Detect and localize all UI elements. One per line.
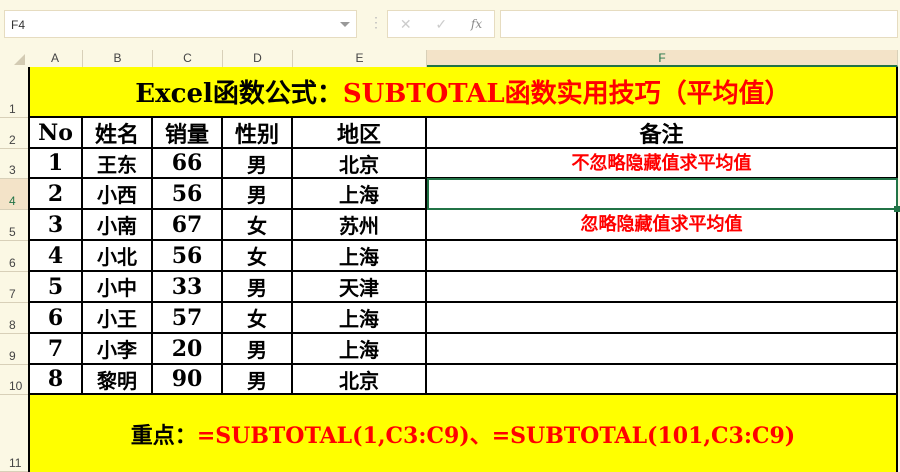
table-cell[interactable]: 男 [223,149,293,179]
header-cell[interactable]: No [28,118,83,149]
table-cell[interactable]: 56 [153,241,223,272]
table-cell[interactable]: 3 [28,210,83,241]
row-header-8[interactable]: 8 [0,303,28,334]
table-cell[interactable]: 女 [223,241,293,272]
table-cell[interactable]: 女 [223,210,293,241]
row-header-10[interactable]: 10 [0,365,28,395]
header-cell[interactable]: 性别 [223,118,293,149]
table-cell[interactable]: 上海 [293,241,427,272]
title-red: SUBTOTAL函数实用技巧（平均值） [342,79,791,109]
table-cell[interactable]: 66 [153,149,223,179]
table-cell[interactable]: 上海 [293,303,427,334]
table-cell[interactable]: 苏州 [293,210,427,241]
title-black: Excel函数公式： [135,79,343,109]
table-cell[interactable]: 北京 [293,365,427,395]
column-header-B[interactable]: B [83,50,153,67]
drag-handle-icon[interactable]: ⋮ [369,14,383,31]
footer-formula: =SUBTOTAL(1,C3:C9)、=SUBTOTAL(101,C3:C9) [196,422,796,449]
column-header-A[interactable]: A [28,50,83,67]
table-cell[interactable]: 男 [223,272,293,303]
table-cell[interactable]: 1 [28,149,83,179]
table-cell[interactable]: 67 [153,210,223,241]
column-header-D[interactable]: D [223,50,293,67]
table-cell[interactable]: 小西 [83,179,153,210]
table-cell[interactable]: 黎明 [83,365,153,395]
footer-cell[interactable]: 重点： =SUBTOTAL(1,C3:C9)、=SUBTOTAL(101,C3:C… [28,395,898,472]
note-cell[interactable] [427,365,898,395]
formula-buttons: ✕ ✓ fx [387,10,495,38]
table-cell[interactable]: 8 [28,365,83,395]
formula-bar: F4 ⋮ ✕ ✓ fx [0,0,900,50]
row-header-11[interactable]: 11 [0,395,28,472]
note-cell[interactable]: 不忽略隐藏值求平均值 [427,149,898,179]
row-header-3[interactable]: 3 [0,149,28,179]
table-cell[interactable]: 6 [28,303,83,334]
table-cell[interactable]: 北京 [293,149,427,179]
name-box-value: F4 [11,18,26,32]
table-cell[interactable]: 57 [153,303,223,334]
table-cell[interactable]: 小北 [83,241,153,272]
note-cell[interactable] [427,179,898,210]
table-cell[interactable]: 小南 [83,210,153,241]
column-header-E[interactable]: E [293,50,427,67]
column-header-F[interactable]: F [427,50,898,67]
row-header-9[interactable]: 9 [0,334,28,365]
table-cell[interactable]: 男 [223,179,293,210]
confirm-icon[interactable]: ✓ [435,16,447,33]
column-header-C[interactable]: C [153,50,223,67]
table-cell[interactable]: 上海 [293,334,427,365]
table-cell[interactable]: 4 [28,241,83,272]
formula-input[interactable] [500,10,898,38]
table-cell[interactable]: 小王 [83,303,153,334]
row-header-2[interactable]: 2 [0,118,28,149]
note-cell[interactable] [427,303,898,334]
header-cell[interactable]: 地区 [293,118,427,149]
header-cell[interactable]: 销量 [153,118,223,149]
title-cell[interactable]: Excel函数公式： SUBTOTAL函数实用技巧（平均值） [28,67,898,118]
cancel-icon[interactable]: ✕ [400,16,412,33]
table-cell[interactable]: 小李 [83,334,153,365]
table-cell[interactable]: 男 [223,334,293,365]
table-cell[interactable]: 王东 [83,149,153,179]
row-header-7[interactable]: 7 [0,272,28,303]
name-box[interactable]: F4 [4,10,357,38]
table-cell[interactable]: 20 [153,334,223,365]
table-cell[interactable]: 5 [28,272,83,303]
note-cell[interactable] [427,272,898,303]
row-header-4[interactable]: 4 [0,179,28,210]
table-cell[interactable]: 男 [223,365,293,395]
row-header-1[interactable]: 1 [0,67,28,118]
table-cell[interactable]: 90 [153,365,223,395]
note-cell[interactable] [427,334,898,365]
table-cell[interactable]: 上海 [293,179,427,210]
chevron-down-icon[interactable] [340,22,350,27]
table-cell[interactable]: 2 [28,179,83,210]
table-cell[interactable]: 7 [28,334,83,365]
table-cell[interactable]: 56 [153,179,223,210]
row-header-5[interactable]: 5 [0,210,28,241]
table-cell[interactable]: 小中 [83,272,153,303]
table-cell[interactable]: 天津 [293,272,427,303]
insert-function-icon[interactable]: fx [471,17,482,31]
note-cell[interactable]: 忽略隐藏值求平均值 [427,210,898,241]
table-cell[interactable]: 女 [223,303,293,334]
header-cell[interactable]: 姓名 [83,118,153,149]
footer-label: 重点： [130,422,197,449]
select-all-button[interactable] [0,50,28,67]
header-cell[interactable]: 备注 [427,118,898,149]
table-cell[interactable]: 33 [153,272,223,303]
note-cell[interactable] [427,241,898,272]
row-header-6[interactable]: 6 [0,241,28,272]
